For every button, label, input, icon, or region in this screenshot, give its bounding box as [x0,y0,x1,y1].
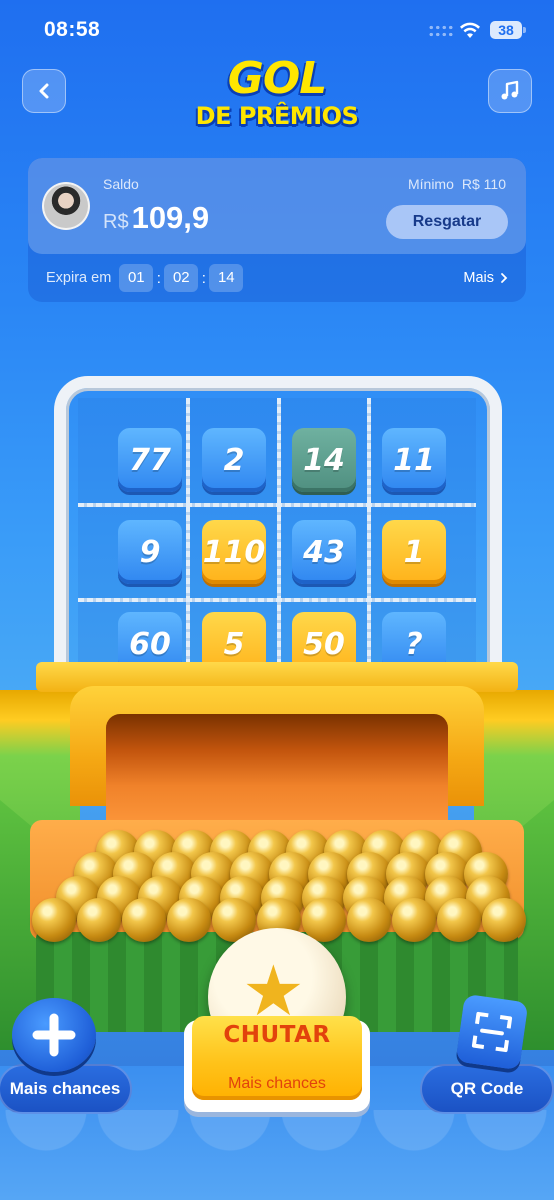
battery-tip [523,27,526,33]
balance-value: R$ 109,9 [103,200,209,236]
expiry-label: Expira em [46,270,112,286]
balance-amount: 109,9 [131,200,210,235]
golden-ball [122,898,166,942]
plus-glyph-icon [32,1013,76,1057]
golden-ball [167,898,211,942]
status-time: 08:58 [44,18,101,41]
golden-ball [437,898,481,942]
more-link[interactable]: Mais [463,270,508,286]
timer-separator: : [201,269,206,287]
prize-tile: 2 [202,428,266,492]
balance-card: Saldo R$ 109,9 Mínimo R$ 110 Resgatar Ex… [28,158,526,302]
prize-tile: 43 [292,520,356,584]
timer-hours: 01 [119,264,154,292]
minimum-value: R$ 110 [461,176,506,192]
more-link-label: Mais [463,270,494,286]
expiry-row: Expira em 01 : 02 : 14 Mais [46,264,508,292]
chevron-left-icon [39,83,49,99]
battery-indicator: 38 [490,21,522,39]
minimum-info: Mínimo R$ 110 [408,176,506,192]
more-chances-button[interactable]: Mais chances [0,1064,132,1114]
prize-tile: 14 [292,428,356,492]
golden-ball [392,898,436,942]
status-bar: 08:58 38 [0,0,554,56]
golden-ball [32,898,76,942]
kick-button-label: CHUTAR [223,1022,331,1048]
bottom-pattern [0,1110,554,1200]
cellular-signal-icon [428,24,454,38]
avatar [42,182,90,230]
timer-minutes: 02 [164,264,199,292]
timer-separator: : [156,269,161,287]
prize-tile: 77 [118,428,182,492]
music-note-icon [501,80,519,100]
prize-tile: 11 [382,428,446,492]
prize-tile: 9 [118,520,182,584]
golden-ball [482,898,526,942]
qr-scan-icon[interactable] [455,993,529,1071]
scan-glyph-icon [471,1011,513,1053]
minimum-label: Mínimo [407,176,454,192]
balance-label: Saldo [103,176,139,192]
game-logo: GOL DE PRÊMIOS [150,56,404,136]
qr-code-button[interactable]: QR Code [420,1064,554,1114]
plus-icon[interactable] [12,998,96,1072]
machine-chute [106,714,448,834]
chevron-right-icon [501,273,508,283]
music-button[interactable] [488,69,532,113]
wifi-icon [460,22,480,38]
golden-ball [77,898,121,942]
prize-tile: 110 [202,520,266,584]
balance-currency: R$ [103,211,129,233]
golden-ball [347,898,391,942]
kick-button-sublabel: Mais chances [228,1075,326,1092]
balance-card-top: Saldo R$ 109,9 Mínimo R$ 110 Resgatar [28,158,526,254]
redeem-button[interactable]: Resgatar [386,205,508,239]
logo-line2: DE PRÊMIOS [195,102,359,130]
timer-seconds: 14 [209,264,244,292]
back-button[interactable] [22,69,66,113]
logo-line1: GOL [227,53,328,104]
prize-tile: 1 [382,520,446,584]
